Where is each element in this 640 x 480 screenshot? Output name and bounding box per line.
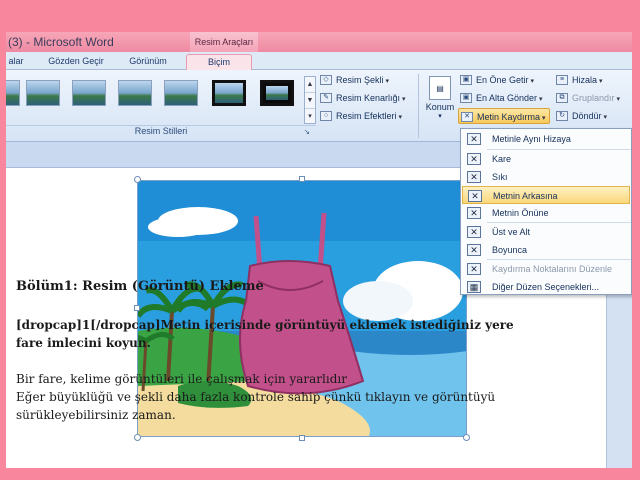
chevron-down-icon: ▾ xyxy=(530,78,535,85)
wrap-icon: ✕ xyxy=(461,112,473,122)
send-to-back-button[interactable]: ▣ En Alta Gönder ▾ xyxy=(458,90,543,106)
chevron-down-icon: ▾ xyxy=(402,96,406,103)
ribbon-tabs: alar Gözden Geçir Görünüm Biçim xyxy=(6,52,632,70)
rotate-button[interactable]: ↻ Döndür ▾ xyxy=(554,108,607,124)
wrap-front-icon: ✕ xyxy=(467,207,481,219)
wrap-through-icon: ✕ xyxy=(467,244,481,256)
resize-handle[interactable] xyxy=(134,434,141,441)
group-button[interactable]: ⧉ Gruplandır ▾ xyxy=(554,90,620,106)
pen-icon: ✎ xyxy=(320,93,332,103)
chevron-down-icon: ▾ xyxy=(599,78,603,85)
picture-style-thumb[interactable] xyxy=(118,80,152,106)
paragraph-line: fare imlecini koyun. xyxy=(16,336,151,350)
picture-shape-button[interactable]: ◇ Resim Şekli ▾ xyxy=(318,72,389,88)
menu-item-through[interactable]: ✕ Boyunca xyxy=(462,241,630,259)
menu-item-inline[interactable]: ✕ Metinle Aynı Hizaya xyxy=(462,130,630,148)
picture-style-thumb[interactable] xyxy=(260,80,294,106)
rotate-icon: ↻ xyxy=(556,111,568,121)
menu-item-top-and-bottom[interactable]: ✕ Üst ve Alt xyxy=(462,223,630,241)
position-button[interactable]: ▤ Konum ▾ xyxy=(424,76,456,128)
gallery-scroll[interactable]: ▲ ▼ ▾ xyxy=(304,76,316,124)
wrap-top-bottom-icon: ✕ xyxy=(467,226,481,238)
align-icon: ≡ xyxy=(556,75,568,85)
tab-mailings[interactable]: alar xyxy=(6,54,30,70)
title-bar: (3) - Microsoft Word Resim Araçları xyxy=(6,32,632,52)
layout-options-icon: ▦ xyxy=(467,281,481,293)
paragraph-line: [dropcap]1[/dropcap]Metin içerisinde gör… xyxy=(16,318,514,332)
chevron-down-icon: ▾ xyxy=(438,113,442,120)
resize-handle[interactable] xyxy=(299,435,305,441)
chevron-down-icon: ▾ xyxy=(539,96,543,103)
paragraph-line: sürükleyebilirsiniz zaman. xyxy=(16,408,176,422)
align-button[interactable]: ≡ Hizala ▾ xyxy=(554,72,603,88)
paragraph-line: Bir fare, kelime görüntüleri ile çalışma… xyxy=(16,372,347,386)
chevron-down-icon: ▾ xyxy=(542,115,546,122)
position-icon: ▤ xyxy=(429,76,451,100)
bring-front-icon: ▣ xyxy=(460,75,472,85)
gallery-more-icon[interactable]: ▾ xyxy=(305,109,315,125)
gallery-down-icon[interactable]: ▼ xyxy=(305,93,315,109)
resize-handle[interactable] xyxy=(299,176,305,182)
effects-icon: ○ xyxy=(320,111,332,121)
chevron-down-icon: ▾ xyxy=(616,96,621,103)
resize-handle[interactable] xyxy=(134,305,140,311)
text-wrapping-button[interactable]: ✕ Metin Kaydırma ▾ xyxy=(458,108,550,124)
word-window: (3) - Microsoft Word Resim Araçları alar… xyxy=(6,32,632,468)
group-icon: ⧉ xyxy=(556,93,568,103)
menu-item-tight[interactable]: ✕ Sıkı xyxy=(462,168,630,186)
picture-effects-button[interactable]: ○ Resim Efektleri ▾ xyxy=(318,108,402,124)
chevron-down-icon: ▾ xyxy=(385,78,390,85)
resize-handle[interactable] xyxy=(463,434,470,441)
menu-item-edit-wrap-points[interactable]: ✕ Kaydırma Noktalarını Düzenle xyxy=(462,260,630,278)
window-title: (3) - Microsoft Word xyxy=(8,35,114,49)
bring-to-front-button[interactable]: ▣ En Öne Getir ▾ xyxy=(458,72,534,88)
menu-item-in-front-of-text[interactable]: ✕ Metnin Önüne xyxy=(462,204,630,222)
resize-handle[interactable] xyxy=(134,176,141,183)
context-tab-group: Resim Araçları xyxy=(190,32,258,52)
wrap-points-icon: ✕ xyxy=(467,263,481,275)
chevron-down-icon: ▾ xyxy=(603,114,608,121)
wrap-inline-icon: ✕ xyxy=(467,133,481,145)
menu-item-more-layout-options[interactable]: ▦ Diğer Düzen Seçenekleri... xyxy=(462,278,630,296)
shape-icon: ◇ xyxy=(320,75,332,85)
gallery-up-icon[interactable]: ▲ xyxy=(305,77,315,93)
tab-view[interactable]: Görünüm xyxy=(120,54,176,70)
picture-style-thumb[interactable] xyxy=(26,80,60,106)
tab-format[interactable]: Biçim xyxy=(186,54,252,70)
picture-style-thumb[interactable] xyxy=(164,80,198,106)
paragraph-line: Eğer büyüklüğü ve şekli daha fazla kontr… xyxy=(16,390,496,404)
wrap-behind-icon: ✕ xyxy=(468,190,482,202)
wrap-square-icon: ✕ xyxy=(467,153,481,165)
picture-style-thumb[interactable] xyxy=(212,80,246,106)
text-wrapping-menu: ✕ Metinle Aynı Hizaya ✕ Kare ✕ Sıkı ✕ Metnin… xyxy=(460,128,632,295)
section-heading: Bölüm1: Resim (Görüntü) Ekleme xyxy=(16,279,264,294)
chevron-down-icon: ▾ xyxy=(398,114,403,121)
tab-review[interactable]: Gözden Geçir xyxy=(42,54,110,70)
menu-item-square[interactable]: ✕ Kare xyxy=(462,150,630,168)
picture-border-button[interactable]: ✎ Resim Kenarlığı ▾ xyxy=(318,90,406,106)
picture-style-thumb[interactable] xyxy=(6,80,20,106)
send-back-icon: ▣ xyxy=(460,93,472,103)
menu-item-behind-text[interactable]: ✕ Metnin Arkasına xyxy=(462,186,630,204)
ribbon-separator xyxy=(418,74,419,138)
picture-style-thumb[interactable] xyxy=(72,80,106,106)
group-label-picture-styles: Resim Stilleri xyxy=(6,125,316,139)
dialog-launcher-icon[interactable]: ↘ xyxy=(304,128,310,136)
wrap-tight-icon: ✕ xyxy=(467,171,481,183)
